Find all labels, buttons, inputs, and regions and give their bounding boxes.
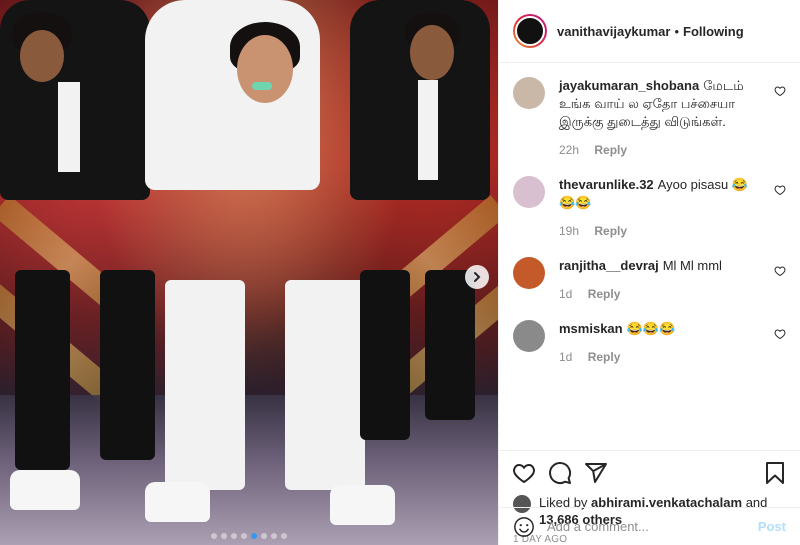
add-comment-bar: Post bbox=[499, 507, 800, 545]
comment-time[interactable]: 22h bbox=[559, 143, 579, 157]
carousel-dot bbox=[231, 533, 237, 539]
comment-avatar[interactable] bbox=[513, 257, 545, 289]
like-comment-heart-icon[interactable] bbox=[774, 85, 786, 97]
comment-item: msmiskan 😂😂😂 1d Reply bbox=[513, 320, 786, 366]
comment-time[interactable]: 1d bbox=[559, 350, 572, 364]
reply-button[interactable]: Reply bbox=[588, 287, 621, 301]
heart-icon bbox=[513, 463, 535, 483]
instagram-post: vanithavijaykumar • Following jayakumara… bbox=[0, 0, 800, 545]
comment-bubble-icon bbox=[549, 461, 572, 484]
like-comment-heart-icon[interactable] bbox=[774, 265, 786, 277]
comment-item: ranjitha__devraj Ml Ml mml 1d Reply bbox=[513, 257, 786, 303]
comment-text: Ml Ml mml bbox=[662, 258, 722, 273]
carousel-dot bbox=[281, 533, 287, 539]
comment-avatar[interactable] bbox=[513, 77, 545, 109]
post-media[interactable] bbox=[0, 0, 498, 545]
bookmark-icon bbox=[766, 461, 784, 484]
comment-avatar[interactable] bbox=[513, 320, 545, 352]
profile-username[interactable]: vanithavijaykumar bbox=[557, 24, 670, 39]
carousel-dots bbox=[0, 533, 498, 539]
profile-avatar[interactable] bbox=[513, 14, 547, 48]
carousel-dot bbox=[261, 533, 267, 539]
paper-plane-icon bbox=[585, 462, 607, 483]
comment-time[interactable]: 19h bbox=[559, 224, 579, 238]
like-button[interactable] bbox=[511, 460, 537, 486]
comment-avatar[interactable] bbox=[513, 176, 545, 208]
comment-text: 😂😂😂 bbox=[626, 321, 676, 336]
carousel-dot bbox=[221, 533, 227, 539]
post-actions-bar bbox=[499, 450, 800, 494]
carousel-next-button[interactable] bbox=[465, 265, 489, 289]
share-button[interactable] bbox=[583, 460, 609, 486]
post-header: vanithavijaykumar • Following bbox=[499, 0, 800, 63]
comment-username[interactable]: thevarunlike.32 bbox=[559, 177, 654, 192]
post-sidebar: vanithavijaykumar • Following jayakumara… bbox=[498, 0, 800, 545]
carousel-dot bbox=[241, 533, 247, 539]
emoji-icon[interactable] bbox=[513, 516, 535, 538]
comment-item: thevarunlike.32 Ayoo pisasu 😂 😂😂 19h Repl… bbox=[513, 176, 786, 240]
reply-button[interactable]: Reply bbox=[588, 350, 621, 364]
like-comment-heart-icon[interactable] bbox=[774, 184, 786, 196]
chevron-right-icon bbox=[474, 272, 481, 282]
save-button[interactable] bbox=[762, 460, 788, 486]
comment-time[interactable]: 1d bbox=[559, 287, 572, 301]
reply-button[interactable]: Reply bbox=[594, 224, 627, 238]
comment-button[interactable] bbox=[547, 460, 573, 486]
comment-username[interactable]: ranjitha__devraj bbox=[559, 258, 659, 273]
avatar-image bbox=[515, 16, 545, 46]
comment-input[interactable] bbox=[547, 519, 758, 534]
comments-list: jayakumaran_shobana மேடம் உங்க வாய் ல ஏதோ… bbox=[499, 63, 800, 450]
post-comment-button[interactable]: Post bbox=[758, 519, 786, 534]
header-separator: • bbox=[674, 23, 680, 39]
comment-username[interactable]: msmiskan bbox=[559, 321, 623, 336]
carousel-dot bbox=[211, 533, 217, 539]
reply-button[interactable]: Reply bbox=[594, 143, 627, 157]
like-comment-heart-icon[interactable] bbox=[774, 328, 786, 340]
carousel-dot bbox=[271, 533, 277, 539]
following-button[interactable]: Following bbox=[683, 24, 744, 39]
comment-username[interactable]: jayakumaran_shobana bbox=[559, 78, 699, 93]
comment-item: jayakumaran_shobana மேடம் உங்க வாய் ல ஏதோ… bbox=[513, 77, 786, 159]
carousel-dot bbox=[251, 533, 257, 539]
